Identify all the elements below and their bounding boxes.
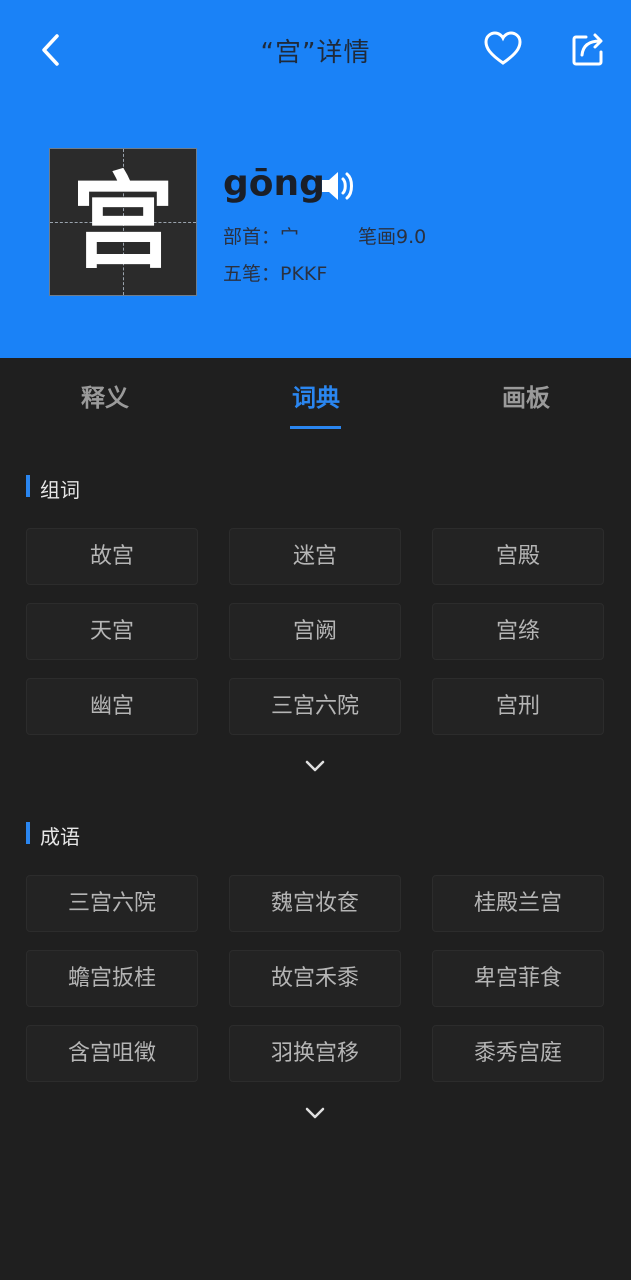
tab-definition[interactable]: 释义	[35, 378, 175, 413]
pinyin: gōng	[223, 163, 325, 204]
idiom-chip[interactable]: 卑宫菲食	[432, 950, 604, 1007]
idiom-chip[interactable]: 三宫六院	[26, 875, 198, 932]
word-chip[interactable]: 幽宫	[26, 678, 198, 735]
share-icon[interactable]	[568, 28, 610, 70]
idiom-chip[interactable]: 魏宫妆奁	[229, 875, 401, 932]
word-chip[interactable]: 宫阙	[229, 603, 401, 660]
word-chip[interactable]: 故宫	[26, 528, 198, 585]
tab-drawing-board[interactable]: 画板	[456, 378, 596, 413]
tab-dictionary[interactable]: 词典	[246, 378, 386, 413]
character-glyph: 宫	[70, 161, 175, 283]
stroke-count: 笔画9.0	[358, 226, 427, 248]
speaker-icon[interactable]	[318, 167, 356, 205]
expand-idioms-chevron-down-icon[interactable]	[303, 1105, 327, 1121]
word-chip[interactable]: 迷宫	[229, 528, 401, 585]
idiom-chip[interactable]: 黍秀宫庭	[432, 1025, 604, 1082]
idiom-chip[interactable]: 含宫咀徵	[26, 1025, 198, 1082]
header: “宫”详情 宫 gōng 部首：宀 笔画9.0 五笔：PKKF	[0, 0, 631, 358]
page-title: “宫”详情	[260, 38, 371, 68]
section-title-idioms: 成语	[26, 821, 80, 850]
word-chip[interactable]: 宫绦	[432, 603, 604, 660]
heart-icon[interactable]	[482, 28, 524, 70]
idiom-chip[interactable]: 蟾宫扳桂	[26, 950, 198, 1007]
character-box: 宫	[49, 148, 197, 296]
radical-info: 部首：宀	[223, 226, 300, 248]
expand-words-chevron-down-icon[interactable]	[303, 758, 327, 774]
idiom-chip[interactable]: 羽换宫移	[229, 1025, 401, 1082]
word-chip[interactable]: 宫殿	[432, 528, 604, 585]
idiom-chip[interactable]: 故宫禾黍	[229, 950, 401, 1007]
word-chip[interactable]: 天宫	[26, 603, 198, 660]
wubi-code: 五笔：PKKF	[223, 263, 328, 285]
idiom-chip[interactable]: 桂殿兰宫	[432, 875, 604, 932]
section-title-words: 组词	[26, 474, 80, 503]
word-chip[interactable]: 宫刑	[432, 678, 604, 735]
tab-active-indicator	[290, 426, 341, 429]
word-chip[interactable]: 三宫六院	[229, 678, 401, 735]
tab-bar: 释义 词典 画板	[0, 358, 631, 434]
